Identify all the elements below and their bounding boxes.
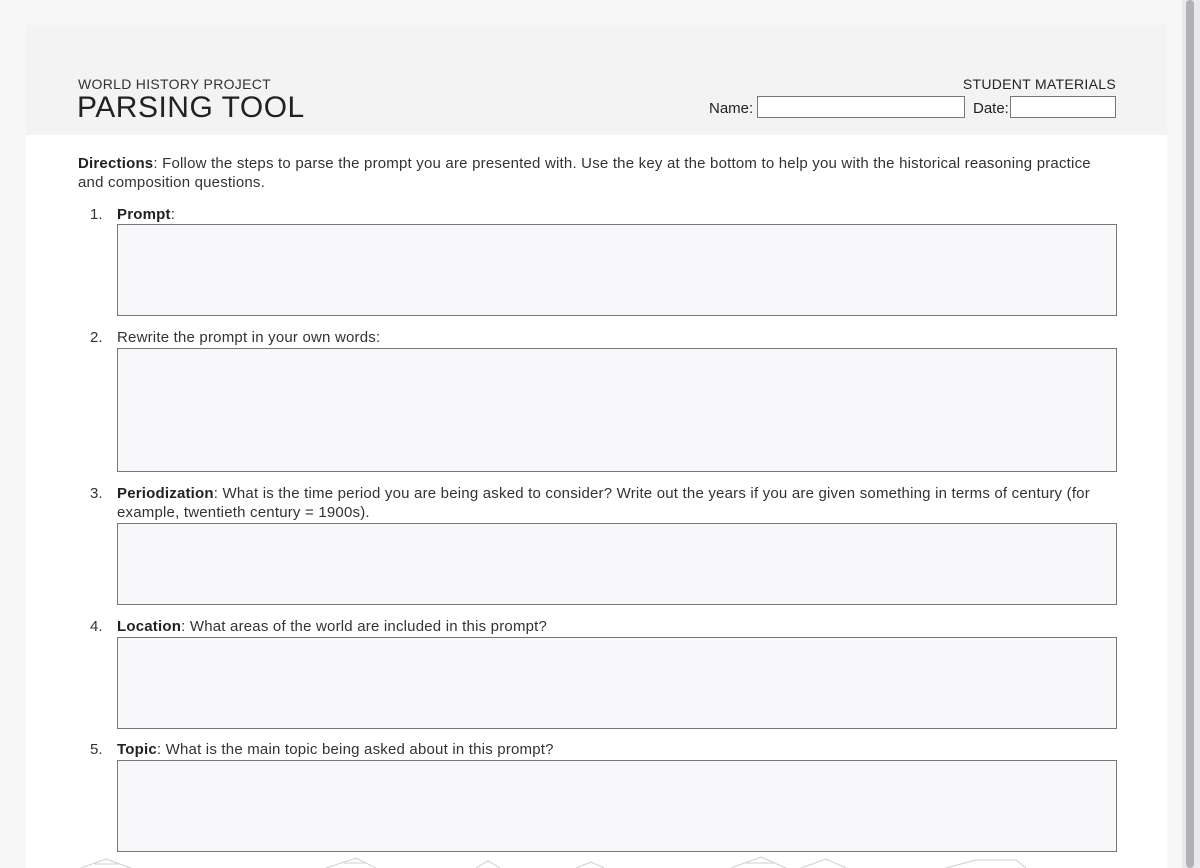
- scrollbar-thumb[interactable]: [1186, 0, 1194, 868]
- key-shape: [800, 858, 847, 868]
- key-shape: [575, 861, 605, 868]
- topic-answer-box[interactable]: [117, 760, 1117, 852]
- directions-text: : Follow the steps to parse the prompt y…: [78, 155, 1091, 191]
- question-1-label: Prompt: [117, 206, 171, 223]
- question-number: 4.: [90, 618, 103, 635]
- key-shape: [325, 857, 377, 868]
- question-4-prompt: : What areas of the world are included i…: [181, 618, 548, 635]
- date-field[interactable]: [1010, 96, 1116, 118]
- project-name: WORLD HISTORY PROJECT: [78, 76, 271, 92]
- question-5-text: Topic: What is the main topic being aske…: [117, 740, 1107, 759]
- question-2-prompt: Rewrite the prompt in your own words:: [117, 329, 381, 346]
- worksheet-page: WORLD HISTORY PROJECT PARSING TOOL STUDE…: [26, 25, 1167, 868]
- key-illustration-partial: [80, 856, 1027, 868]
- key-shape: [80, 858, 132, 868]
- periodization-answer-box[interactable]: [117, 523, 1117, 605]
- question-number: 5.: [90, 741, 103, 758]
- question-3-text: Periodization: What is the time period y…: [117, 484, 1107, 522]
- date-label: Date:: [973, 100, 1009, 117]
- question-number: 3.: [90, 485, 103, 502]
- question-number: 2.: [90, 329, 103, 346]
- worksheet-header: WORLD HISTORY PROJECT PARSING TOOL STUDE…: [26, 25, 1167, 135]
- directions: Directions: Follow the steps to parse th…: [78, 154, 1118, 192]
- question-3-label: Periodization: [117, 485, 214, 502]
- question-1-text: Prompt:: [117, 205, 1107, 224]
- question-number: 1.: [90, 206, 103, 223]
- key-shape: [475, 860, 501, 868]
- question-4-label: Location: [117, 618, 182, 635]
- question-2-text: Rewrite the prompt in your own words:: [117, 328, 1107, 347]
- question-5-label: Topic: [117, 741, 157, 758]
- name-label: Name:: [709, 100, 754, 117]
- question-3-prompt: : What is the time period you are being …: [117, 485, 1090, 521]
- name-field[interactable]: [757, 96, 965, 118]
- question-1-prompt: :: [170, 206, 176, 223]
- prompt-answer-box[interactable]: [117, 224, 1117, 316]
- question-5-prompt: : What is the main topic being asked abo…: [156, 741, 554, 758]
- directions-label: Directions: [78, 155, 154, 172]
- question-4-text: Location: What areas of the world are in…: [117, 617, 1107, 636]
- key-shape: [730, 856, 787, 868]
- rewrite-answer-box[interactable]: [117, 348, 1117, 472]
- key-shape: [945, 859, 1027, 868]
- scrollbar[interactable]: [1182, 0, 1200, 868]
- page-title: PARSING TOOL: [77, 91, 305, 124]
- materials-label: STUDENT MATERIALS: [962, 76, 1116, 92]
- location-answer-box[interactable]: [117, 637, 1117, 729]
